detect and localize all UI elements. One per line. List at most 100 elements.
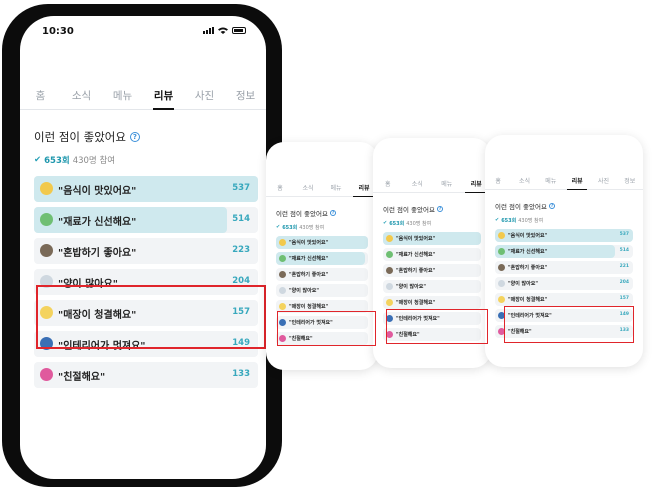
mini-question-title: 이런 점이 좋았어요? — [495, 201, 555, 211]
help-icon[interactable]: ? — [129, 132, 140, 142]
mini-option-emoji-icon — [386, 283, 393, 290]
mini-option-row[interactable]: "혼밥하기 좋아요" — [276, 268, 368, 281]
mini-question-title: 이런 점이 좋았어요? — [276, 208, 336, 218]
highlight-box-mini-3 — [504, 306, 634, 343]
wifi-icon — [218, 27, 228, 34]
mini-option-row[interactable]: "재료가 신선해요" — [276, 252, 368, 265]
mini-option-emoji-icon — [386, 251, 393, 258]
mini-option-row[interactable]: "음식이 맛있어요" — [276, 236, 368, 249]
mini-option-emoji-icon — [498, 264, 505, 271]
mini-vote-meta: ✔ 653회 430명 참여 — [276, 224, 324, 231]
mini-option-row[interactable]: "양이 많아요" — [383, 280, 481, 293]
mini-tab-1[interactable]: 소식 — [403, 177, 433, 192]
status-time: 10:30 — [42, 26, 74, 37]
status-bar: 10:30 — [20, 16, 266, 46]
mini-tab-1[interactable]: 소식 — [511, 174, 537, 189]
mini-option-emoji-icon — [279, 287, 286, 294]
question-text: 이런 점이 좋았어요 — [34, 130, 126, 144]
mini-option-emoji-icon — [279, 303, 286, 310]
mini-vote-count: 653회 — [389, 221, 405, 227]
mini-help-icon[interactable]: ? — [329, 210, 336, 216]
question-title: 이런 점이 좋았어요 ? — [34, 129, 140, 145]
tab-3[interactable]: 리뷰 — [143, 84, 184, 110]
mini-tab-3[interactable]: 리뷰 — [564, 174, 590, 190]
mini-tab-1[interactable]: 소식 — [294, 181, 322, 196]
mini-vote-meta: ✔ 653회 430명 참여 — [495, 217, 543, 224]
mini-option-row[interactable]: "재료가 신선해요" 514 — [495, 245, 633, 258]
phone-frame: 10:30 홈 소식 메뉴 리뷰 사진 정보 이런 점이 좋았어요 ? ✔ 65… — [2, 4, 282, 487]
mini-option-count: 537 — [619, 232, 629, 237]
participant-count: 430명 참여 — [72, 156, 116, 166]
option-count: 537 — [232, 183, 250, 193]
mini-tab-bar: 홈 소식 메뉴 리뷰 — [266, 181, 378, 197]
mini-option-label: "혼밥하기 좋아요" — [289, 272, 329, 278]
option-row[interactable]: "혼밥하기 좋아요" 223 — [34, 238, 258, 264]
option-label: "음식이 맛있어요" — [58, 186, 137, 197]
mini-tab-4[interactable]: 사진 — [590, 174, 616, 189]
mini-option-row[interactable]: "양이 많아요" 204 — [495, 277, 633, 290]
option-row[interactable]: "친절해요" 133 — [34, 362, 258, 388]
mini-option-emoji-icon — [279, 239, 286, 246]
mini-option-label: "매장이 청결해요" — [289, 304, 329, 310]
mini-tab-0[interactable]: 홈 — [373, 177, 403, 192]
mini-option-row[interactable]: "혼밥하기 좋아요" 221 — [495, 261, 633, 274]
mini-option-emoji-icon — [498, 232, 505, 239]
mini-option-emoji-icon — [386, 267, 393, 274]
mini-option-label: "재료가 신선해요" — [508, 249, 548, 255]
option-emoji-icon — [40, 182, 53, 195]
mini-option-row[interactable]: "재료가 신선해요" — [383, 248, 481, 261]
mini-participant-count: 430명 참여 — [518, 218, 544, 224]
mini-vote-meta: ✔ 653회 430명 참여 — [383, 220, 431, 227]
status-icons — [203, 27, 246, 34]
mini-check-icon: ✔ — [383, 220, 388, 226]
mini-option-row[interactable]: "혼밥하기 좋아요" — [383, 264, 481, 277]
tab-5[interactable]: 정보 — [225, 84, 266, 109]
mini-option-emoji-icon — [498, 248, 505, 255]
option-row[interactable]: "재료가 신선해요" 514 — [34, 207, 258, 233]
mini-option-count: 514 — [619, 248, 629, 253]
mini-option-label: "양이 많아요" — [508, 281, 538, 287]
mini-participant-count: 430명 참여 — [299, 225, 325, 231]
mini-option-emoji-icon — [279, 271, 286, 278]
mini-tab-0[interactable]: 홈 — [485, 174, 511, 189]
tab-2[interactable]: 메뉴 — [102, 84, 143, 109]
mini-tab-2[interactable]: 메뉴 — [538, 174, 564, 189]
mini-question-text: 이런 점이 좋았어요 — [276, 210, 328, 218]
mini-help-icon[interactable]: ? — [548, 203, 555, 209]
option-label: "혼밥하기 좋아요" — [58, 248, 137, 259]
mini-tab-5[interactable]: 정보 — [617, 174, 643, 189]
mini-tab-2[interactable]: 메뉴 — [322, 181, 350, 196]
mini-question-text: 이런 점이 좋았어요 — [383, 206, 435, 214]
mini-option-row[interactable]: "양이 많아요" — [276, 284, 368, 297]
tab-1[interactable]: 소식 — [61, 84, 102, 109]
mini-option-row[interactable]: "매장이 청결해요" 157 — [495, 293, 633, 306]
option-row[interactable]: "음식이 맛있어요" 537 — [34, 176, 258, 202]
option-label: "친절해요" — [58, 372, 106, 383]
mini-option-row[interactable]: "음식이 맛있어요" — [383, 232, 481, 245]
mini-tab-0[interactable]: 홈 — [266, 181, 294, 196]
mini-option-label: "음식이 맛있어요" — [508, 233, 548, 239]
highlight-box — [36, 285, 266, 349]
mini-tab-bar: 홈 소식 메뉴 리뷰 — [373, 177, 491, 193]
highlight-box-mini-2 — [386, 309, 488, 344]
option-count: 133 — [232, 369, 250, 379]
option-emoji-icon — [40, 368, 53, 381]
battery-icon — [232, 27, 246, 34]
tab-0[interactable]: 홈 — [20, 84, 61, 109]
mini-option-count: 221 — [619, 264, 629, 269]
option-label: "재료가 신선해요" — [58, 217, 137, 228]
highlight-box-mini-1 — [277, 311, 376, 346]
mini-option-emoji-icon — [498, 296, 505, 303]
mini-check-icon: ✔ — [276, 224, 281, 230]
tab-4[interactable]: 사진 — [184, 84, 225, 109]
mini-option-count: 157 — [619, 296, 629, 301]
mini-option-label: "양이 많아요" — [396, 284, 426, 290]
mini-option-row[interactable]: "음식이 맛있어요" 537 — [495, 229, 633, 242]
mini-option-label: "음식이 맛있어요" — [396, 236, 436, 242]
mini-help-icon[interactable]: ? — [436, 206, 443, 212]
mini-option-row[interactable]: "매장이 청결해요" — [383, 296, 481, 309]
mini-option-label: "재료가 신선해요" — [396, 252, 436, 258]
tab-bar: 홈 소식 메뉴 리뷰 사진 정보 — [20, 84, 266, 110]
mini-option-label: "혼밥하기 좋아요" — [508, 265, 548, 271]
mini-tab-2[interactable]: 메뉴 — [432, 177, 462, 192]
